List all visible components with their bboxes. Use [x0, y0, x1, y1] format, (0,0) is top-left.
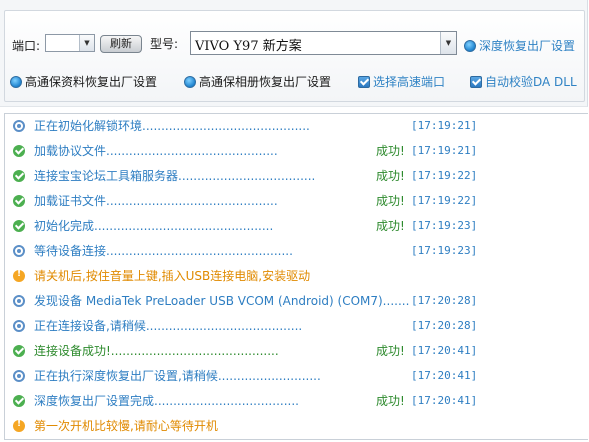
log-message: 加载协议文件..................................… [34, 144, 278, 158]
log-time: [17:19:22] [411, 194, 478, 207]
option-label: 高通保资料恢复出厂设置 [25, 75, 158, 89]
checkbox-icon[interactable] [358, 75, 370, 88]
info-icon [13, 120, 25, 132]
checkbox-icon[interactable] [470, 75, 482, 88]
log-message: 初始化完成...................................… [34, 219, 274, 233]
check-circle-icon [13, 220, 25, 232]
info-icon [13, 370, 25, 382]
log-time: [17:19:23] [411, 219, 478, 232]
check-circle-icon [13, 395, 25, 407]
check-circle-icon [13, 170, 25, 182]
log-message: 连接宝宝论坛工具箱服务器............................… [34, 169, 316, 183]
model-select[interactable]: VIVO Y97 新方案 ▼ [190, 31, 457, 55]
log-message: 加载证书文件..................................… [34, 194, 278, 208]
log-panel: 正在初始化解锁环境...............................… [4, 113, 588, 440]
log-result: 成功! [376, 194, 405, 208]
warning-icon [13, 419, 25, 432]
log-message: 正在执行深度恢复出厂设置,请稍候........................… [34, 369, 321, 383]
port-label: 端口: [12, 39, 41, 53]
log-message: 第一次开机比较慢,请耐心等待开机 [34, 419, 218, 433]
log-time: [17:20:41] [411, 344, 478, 357]
log-message: 发现设备 MediaTek PreLoader USB VCOM (Androi… [34, 294, 410, 308]
info-icon [13, 320, 25, 332]
log-time: [17:20:41] [411, 369, 478, 382]
log-result: 成功! [376, 394, 405, 408]
log-result: 成功! [376, 219, 405, 233]
log-result: 成功! [376, 169, 405, 183]
log-result: 成功! [376, 144, 405, 158]
log-time: [17:20:28] [411, 319, 478, 332]
model-label: 型号: [150, 37, 179, 51]
warning-icon [13, 269, 25, 282]
log-time: [17:19:21] [411, 119, 478, 132]
deep-reset-label: 深度恢复出厂设置 [479, 39, 576, 53]
port-select[interactable]: ▼ [45, 34, 95, 52]
log-time: [17:20:41] [411, 394, 478, 407]
info-icon [13, 245, 25, 257]
qualcomm-keep-data-option[interactable]: 高通保资料恢复出厂设置 [10, 73, 157, 90]
option-label: 选择高速端口 [373, 75, 446, 89]
option-label: 自动校验DA DLL [485, 75, 577, 89]
deep-reset-option[interactable]: 深度恢复出厂设置 [464, 37, 575, 54]
check-circle-icon [13, 195, 25, 207]
log-time: [17:19:22] [411, 169, 478, 182]
log-result: 成功! [376, 344, 405, 358]
log-message: 等待设备连接..................................… [34, 244, 293, 258]
chevron-down-icon[interactable]: ▼ [440, 32, 456, 54]
radio-icon[interactable] [464, 39, 476, 52]
log-time: [17:19:23] [411, 244, 478, 257]
info-icon [13, 295, 25, 307]
model-value: VIVO Y97 新方案 [195, 39, 302, 54]
qualcomm-keep-photos-option[interactable]: 高通保相册恢复出厂设置 [184, 73, 331, 90]
log-message: 正在初始化解锁环境...............................… [34, 119, 310, 133]
log-message: 正在连接设备,请稍候..............................… [34, 319, 303, 333]
log-message: 请关机后,按住音量上键,插入USB连接电脑,安装驱动 [34, 269, 311, 283]
high-speed-port-option[interactable]: 选择高速端口 [358, 73, 445, 90]
log-time: [17:20:28] [411, 294, 478, 307]
log-message: 连接设备成功!.................................… [34, 344, 279, 358]
log-time: [17:19:21] [411, 144, 478, 157]
auto-verify-da-option[interactable]: 自动校验DA DLL [470, 73, 577, 90]
radio-icon[interactable] [10, 75, 22, 88]
chevron-down-icon[interactable]: ▼ [79, 35, 94, 51]
log-message: 深度恢复出厂设置完成..............................… [34, 394, 299, 408]
check-circle-icon [13, 145, 25, 157]
radio-icon[interactable] [184, 75, 196, 88]
check-circle-icon [13, 345, 25, 357]
option-label: 高通保相册恢复出厂设置 [199, 75, 332, 89]
refresh-button[interactable]: 刷新 [100, 35, 142, 53]
